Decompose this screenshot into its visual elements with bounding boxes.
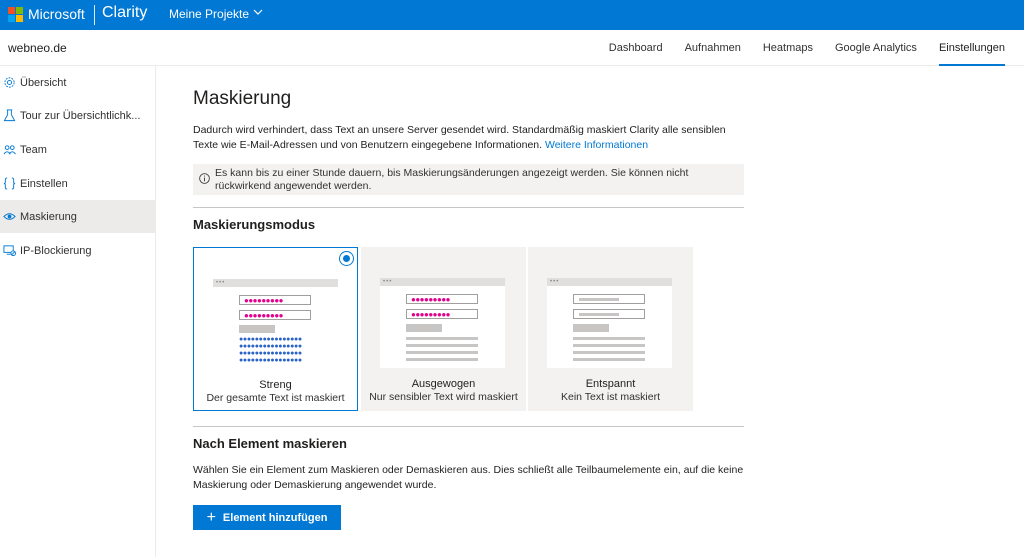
- chevron-down-icon[interactable]: [253, 7, 263, 17]
- sidebar-item-masking[interactable]: Maskierung: [0, 200, 155, 233]
- element-heading: Nach Element maskieren: [193, 436, 347, 451]
- mode-card-strict[interactable]: ••• ●●●●●●●●● ●●●●●●●●● ●●●●●●●●●●●●●●●●…: [193, 247, 358, 411]
- microsoft-logo-icon: [8, 7, 24, 23]
- tab-settings[interactable]: Einstellungen: [938, 30, 1006, 66]
- code-braces-icon: [3, 177, 16, 190]
- sidebar-item-setup[interactable]: Einstellen: [0, 167, 155, 200]
- more-info-link[interactable]: Weitere Informationen: [545, 139, 648, 151]
- sidebar-item-label: Team: [20, 143, 47, 156]
- brand-separator: [94, 5, 95, 25]
- projects-dropdown-label[interactable]: Meine Projekte: [169, 7, 249, 21]
- product-name[interactable]: Clarity: [102, 4, 147, 22]
- people-icon: [3, 145, 16, 155]
- sidebar: Übersicht Tour zur Übersichtlichk... Tea…: [0, 66, 156, 557]
- mode-subtitle: Kein Text ist maskiert: [560, 391, 660, 403]
- gear-icon: [4, 77, 15, 88]
- top-bar: Microsoft Clarity Meine Projekte: [0, 0, 1024, 30]
- tab-recordings[interactable]: Aufnahmen: [685, 30, 741, 66]
- sidebar-item-label: Einstellen: [20, 177, 68, 190]
- mode-name: Ausgewogen: [411, 378, 476, 390]
- mode-heading: Maskierungsmodus: [193, 217, 316, 232]
- sidebar-item-overview[interactable]: Übersicht: [0, 66, 155, 99]
- info-notice-text: Es kann bis zu einer Stunde dauern, bis …: [215, 167, 689, 192]
- radio-selected-icon[interactable]: [339, 251, 354, 266]
- add-element-button[interactable]: + Element hinzufügen: [193, 505, 341, 530]
- page-title: Maskierung: [193, 88, 292, 109]
- sidebar-item-team[interactable]: Team: [0, 133, 155, 166]
- tab-google-analytics[interactable]: Google Analytics: [835, 30, 917, 66]
- tab-dashboard[interactable]: Dashboard: [609, 30, 663, 66]
- plus-icon: +: [206, 508, 216, 526]
- mode-name: Entspannt: [585, 378, 636, 390]
- brand-name[interactable]: Microsoft: [28, 6, 85, 22]
- site-header: webneo.de Dashboard Aufnahmen Heatmaps G…: [0, 30, 1024, 66]
- sidebar-item-tour[interactable]: Tour zur Übersichtlichk...: [0, 99, 155, 132]
- divider: [193, 426, 744, 427]
- sidebar-item-label: Tour zur Übersichtlichk...: [20, 109, 141, 122]
- mode-card-relaxed[interactable]: ••• Entspannt Kein Text ist maskiert: [528, 247, 693, 411]
- nav-tabs: Dashboard Aufnahmen Heatmaps Google Anal…: [587, 30, 1006, 66]
- balanced-preview-illustration: ••• ●●●●●●●●● ●●●●●●●●●: [380, 278, 505, 368]
- eye-mask-icon: [3, 213, 16, 220]
- tab-heatmaps[interactable]: Heatmaps: [763, 30, 813, 66]
- page-description: Dadurch wird verhindert, dass Text an un…: [193, 123, 748, 153]
- strict-preview-illustration: ••• ●●●●●●●●● ●●●●●●●●● ●●●●●●●●●●●●●●●●…: [213, 279, 338, 369]
- site-name: webneo.de: [8, 41, 67, 55]
- divider: [193, 207, 744, 208]
- sidebar-item-ip-blocking[interactable]: IP-Blockierung: [0, 234, 155, 267]
- sidebar-item-label: IP-Blockierung: [20, 244, 92, 257]
- sidebar-item-label: Übersicht: [20, 76, 67, 89]
- add-element-label: Element hinzufügen: [222, 511, 328, 524]
- info-notice: Es kann bis zu einer Stunde dauern, bis …: [193, 164, 744, 195]
- mode-name: Streng: [259, 379, 292, 391]
- info-icon: [199, 173, 210, 184]
- mode-card-balanced[interactable]: ••• ●●●●●●●●● ●●●●●●●●● Ausgewogen Nur s…: [361, 247, 526, 411]
- monitor-block-icon: [3, 245, 16, 257]
- flask-icon: [3, 109, 16, 122]
- relaxed-preview-illustration: •••: [547, 278, 672, 368]
- mode-subtitle: Nur sensibler Text wird maskiert: [369, 391, 518, 403]
- element-description: Wählen Sie ein Element zum Maskieren ode…: [193, 464, 744, 491]
- sidebar-item-label: Maskierung: [20, 210, 77, 223]
- mode-subtitle: Der gesamte Text ist maskiert: [206, 392, 345, 404]
